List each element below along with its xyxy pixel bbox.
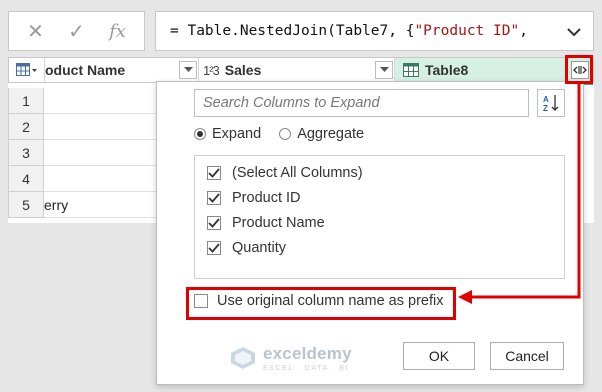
watermark-title: exceldemy (263, 344, 352, 363)
column-header-label: Table8 (425, 62, 469, 78)
formula-text-prefix: = Table.NestedJoin(Table7, { (170, 23, 415, 39)
column-filter-button[interactable] (375, 61, 393, 79)
chevron-down-icon (183, 67, 193, 72)
expand-columns-popup: A Z Expand Aggregate (Select All Columns… (156, 81, 584, 385)
checkbox-checked-icon[interactable] (207, 240, 221, 255)
aggregate-radio[interactable]: Aggregate (279, 126, 364, 142)
row-number[interactable]: 2 (8, 114, 44, 140)
expand-radio-label: Expand (212, 126, 262, 142)
column-option-select-all[interactable]: (Select All Columns) (195, 160, 564, 185)
formula-buttons: ✕ ✓ fx (8, 11, 145, 51)
column-option-label: Product Name (232, 214, 325, 231)
column-header-label: oduct Name (45, 62, 126, 78)
column-filter-button[interactable] (179, 61, 197, 79)
chevron-down-icon[interactable] (565, 23, 583, 41)
sort-columns-button[interactable]: A Z (537, 89, 565, 117)
column-header-table8[interactable]: Table8 (395, 58, 593, 82)
cancel-button[interactable]: Cancel (490, 342, 564, 370)
column-option-product-id[interactable]: Product ID (195, 185, 564, 210)
column-option-product-name[interactable]: Product Name (195, 210, 564, 235)
column-header-label: Sales (224, 62, 262, 78)
row-number[interactable]: 4 (8, 166, 44, 192)
sort-az-icon: A Z (543, 95, 559, 113)
expand-mode-group: Expand Aggregate (194, 126, 364, 142)
formula-input[interactable]: = Table.NestedJoin(Table7, {"Product ID"… (155, 11, 594, 51)
table-type-icon (403, 63, 419, 77)
watermark-subtitle: EXCEL · DATA · BI (263, 365, 350, 372)
highlight-box-expand-button (565, 55, 593, 84)
table-menu-button[interactable] (9, 58, 45, 82)
svg-text:Z: Z (543, 104, 548, 113)
formula-text-suffix: , (519, 23, 528, 39)
table-cell[interactable]: erry (44, 192, 162, 218)
columns-checklist: (Select All Columns) Product ID Product … (194, 155, 565, 279)
checkbox-checked-icon[interactable] (207, 215, 221, 230)
checkbox-checked-icon[interactable] (207, 190, 221, 205)
ok-button[interactable]: OK (403, 342, 475, 370)
aggregate-radio-label: Aggregate (297, 126, 365, 142)
table-grid-icon (15, 63, 37, 76)
table-cell[interactable] (44, 114, 162, 140)
formula-bar: ✕ ✓ fx = Table.NestedJoin(Table7, {"Prod… (8, 11, 594, 51)
table-cell[interactable] (44, 140, 162, 166)
table-cell[interactable] (44, 88, 162, 114)
row-number[interactable]: 3 (8, 140, 44, 166)
column-option-label: Quantity (232, 239, 286, 256)
column-header-row: oduct Name 1²3 Sales Table8 (8, 57, 594, 85)
exceldemy-logo-icon (231, 347, 255, 369)
row-number[interactable]: 5 (8, 192, 44, 218)
row-number[interactable]: 1 (8, 88, 44, 114)
search-columns-input[interactable] (194, 89, 529, 117)
commit-formula-button[interactable]: ✓ (62, 19, 92, 44)
radio-unselected-icon (279, 128, 292, 140)
expand-radio[interactable]: Expand (194, 126, 261, 142)
formula-text-string: "Product ID" (414, 23, 520, 39)
column-option-label: Product ID (232, 189, 301, 206)
cancel-formula-button[interactable]: ✕ (21, 19, 51, 44)
number-type-icon: 1²3 (203, 62, 220, 78)
checkbox-checked-icon[interactable] (207, 165, 221, 180)
insert-function-button[interactable]: fx (103, 21, 133, 42)
column-option-quantity[interactable]: Quantity (195, 235, 564, 260)
watermark: exceldemy EXCEL · DATA · BI (229, 344, 352, 372)
radio-selected-icon (194, 128, 206, 140)
highlight-box-prefix-option (186, 287, 456, 320)
column-header-product-name[interactable]: oduct Name (45, 58, 199, 82)
svg-text:A: A (543, 95, 549, 104)
chevron-down-icon (379, 67, 389, 72)
column-option-label: (Select All Columns) (232, 164, 363, 181)
column-header-sales[interactable]: 1²3 Sales (199, 58, 395, 82)
table-cell[interactable] (44, 166, 162, 192)
